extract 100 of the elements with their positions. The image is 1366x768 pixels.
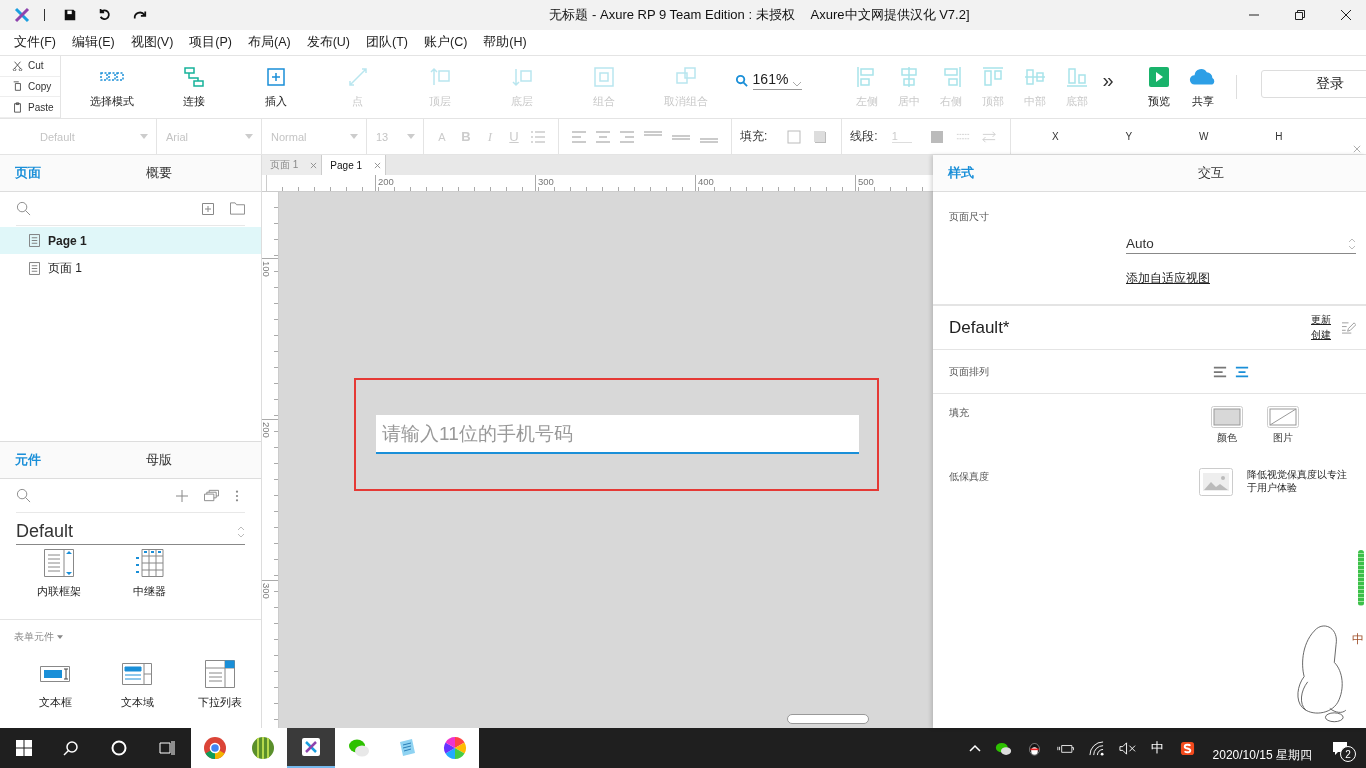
taskbar-date[interactable]: 2020/10/15 星期四 <box>1212 746 1312 764</box>
caret-icon <box>57 635 63 639</box>
taskbar-app-icon[interactable] <box>287 728 335 768</box>
widget-item[interactable]: 下拉列表 <box>178 656 261 710</box>
restore-icon[interactable] <box>1294 9 1306 21</box>
notification-button[interactable]: 2 <box>1322 728 1358 768</box>
windows-icon[interactable] <box>204 488 219 503</box>
add-page-icon[interactable] <box>202 202 214 215</box>
toolbar-button[interactable]: 选择模式 <box>70 61 153 113</box>
widget-item[interactable]: 文本框 <box>14 656 97 710</box>
up-down-icon <box>1348 237 1356 250</box>
shadow-icon[interactable] <box>813 129 828 144</box>
ime-mode-label[interactable]: 中 <box>1352 631 1364 648</box>
update-link[interactable]: 更新 <box>1311 313 1331 327</box>
arrange-icon[interactable] <box>1213 364 1227 379</box>
fill-swatch-icon <box>1267 406 1299 428</box>
toolbar-button[interactable]: 插入 <box>234 61 317 113</box>
text-align-icon[interactable] <box>595 129 611 144</box>
undo-icon[interactable] <box>98 8 112 22</box>
login-button[interactable]: 登录 <box>1260 70 1366 98</box>
window-subtitle: Axure中文网提供汉化 V7.2] <box>810 6 970 24</box>
up-down-icon <box>237 525 245 538</box>
toolbar-button[interactable]: 共享 <box>1181 61 1224 113</box>
toolbar-button[interactable]: 预览 <box>1137 61 1180 113</box>
page-item[interactable]: 页面 1 <box>0 255 261 282</box>
ruler-label: 100 <box>262 261 272 277</box>
menu-item[interactable]: 视图(V) <box>122 34 182 51</box>
coordinate-label: W <box>1199 131 1209 142</box>
widget-item[interactable]: 中继器 <box>104 545 194 599</box>
panel-tab[interactable]: 交互 <box>1183 155 1224 191</box>
fill-label: 填充: <box>740 128 768 145</box>
clipboard-icon <box>12 101 23 113</box>
menu-item[interactable]: 团队(T) <box>358 34 416 51</box>
field-label: 填充 <box>949 406 970 420</box>
adaptive-view-link[interactable]: 添加自适应视图 <box>1126 270 1210 287</box>
text-align-icon[interactable] <box>619 129 635 144</box>
field-label: 页面尺寸 <box>949 210 990 224</box>
page-icon <box>29 262 40 275</box>
menu-item[interactable]: 项目(P) <box>181 34 240 51</box>
line-color-icon[interactable] <box>929 129 944 144</box>
fidelity-description: 降低视觉保真度以专注于用户体验 <box>1247 468 1348 494</box>
close-icon[interactable] <box>1340 9 1352 21</box>
menu-item[interactable]: 帮助(H) <box>475 34 535 51</box>
style-name: Default* <box>949 317 1011 338</box>
caret-icon <box>407 134 415 139</box>
menu-item[interactable]: 发布(U) <box>298 34 358 51</box>
search-icon <box>734 73 748 87</box>
fill-option[interactable]: 图片 <box>1267 406 1299 445</box>
edit-icon[interactable] <box>1341 321 1356 334</box>
tool-icon <box>591 65 616 89</box>
library-dropdown[interactable]: Default <box>16 521 245 545</box>
sogou-icon[interactable] <box>1178 740 1196 756</box>
wifi-icon[interactable] <box>1087 740 1105 756</box>
caret-icon <box>245 134 253 139</box>
line-label: 线段: <box>850 128 878 145</box>
page-size-dropdown[interactable]: Auto <box>1126 236 1356 254</box>
widget-icon <box>204 660 235 688</box>
muted-speaker-icon[interactable] <box>1118 740 1136 756</box>
menu-item[interactable]: 布局(A) <box>240 34 299 51</box>
text-align-icon[interactable] <box>571 129 587 144</box>
image-icon[interactable] <box>1199 468 1233 496</box>
chevron-up-icon[interactable] <box>968 744 981 752</box>
input-method-indicator[interactable]: 中 <box>1150 739 1164 757</box>
coordinate-label: Y <box>1125 131 1133 142</box>
ruler-label: 300 <box>262 583 272 599</box>
more-tools-button[interactable]: » <box>1102 68 1114 92</box>
menu-item[interactable]: 文件(F) <box>6 34 64 51</box>
panel-tab[interactable]: 母版 <box>130 442 261 478</box>
scrollbar-thumb[interactable] <box>787 714 869 724</box>
add-icon[interactable] <box>176 489 188 502</box>
section-header[interactable]: 表单元件 <box>0 620 261 644</box>
arrange-icon[interactable] <box>1235 364 1249 379</box>
menu-item[interactable]: 编辑(E) <box>63 34 123 51</box>
more-icon[interactable] <box>235 489 239 502</box>
windows-start-icon[interactable] <box>16 740 32 756</box>
save-icon[interactable] <box>63 8 77 22</box>
fill-option[interactable]: 颜色 <box>1211 406 1243 445</box>
taskbar-app-icon[interactable] <box>431 728 479 768</box>
widget-item[interactable]: 内联框架 <box>14 545 104 599</box>
caret-icon <box>350 134 358 139</box>
widget-icon <box>134 549 164 577</box>
app-logo-icon <box>14 7 30 23</box>
zoom-dropdown[interactable]: 161% <box>752 70 803 90</box>
document-tab[interactable]: Page 1 <box>322 155 387 175</box>
fill-swatch-icon <box>1211 406 1243 428</box>
create-link[interactable]: 创建 <box>1311 328 1331 342</box>
fill-color-icon[interactable] <box>787 129 802 144</box>
level-meter-drawing <box>1358 550 1364 606</box>
widget-item[interactable]: 文本域 <box>96 656 179 710</box>
phone-input-field[interactable]: 请输入11位的手机号码 <box>376 415 859 454</box>
caret-icon <box>140 134 148 139</box>
coordinate-label: H <box>1275 131 1283 142</box>
clipboard-icon <box>12 81 23 92</box>
panel-tab[interactable]: 概要 <box>130 155 261 191</box>
folder-icon[interactable] <box>230 201 245 216</box>
toolbar-button[interactable]: 连接 <box>152 61 235 113</box>
page-icon <box>29 234 40 247</box>
menu-item[interactable]: 账户(C) <box>416 34 476 51</box>
page-item[interactable]: Page 1 <box>0 227 261 254</box>
chat-icon[interactable] <box>994 740 1012 756</box>
